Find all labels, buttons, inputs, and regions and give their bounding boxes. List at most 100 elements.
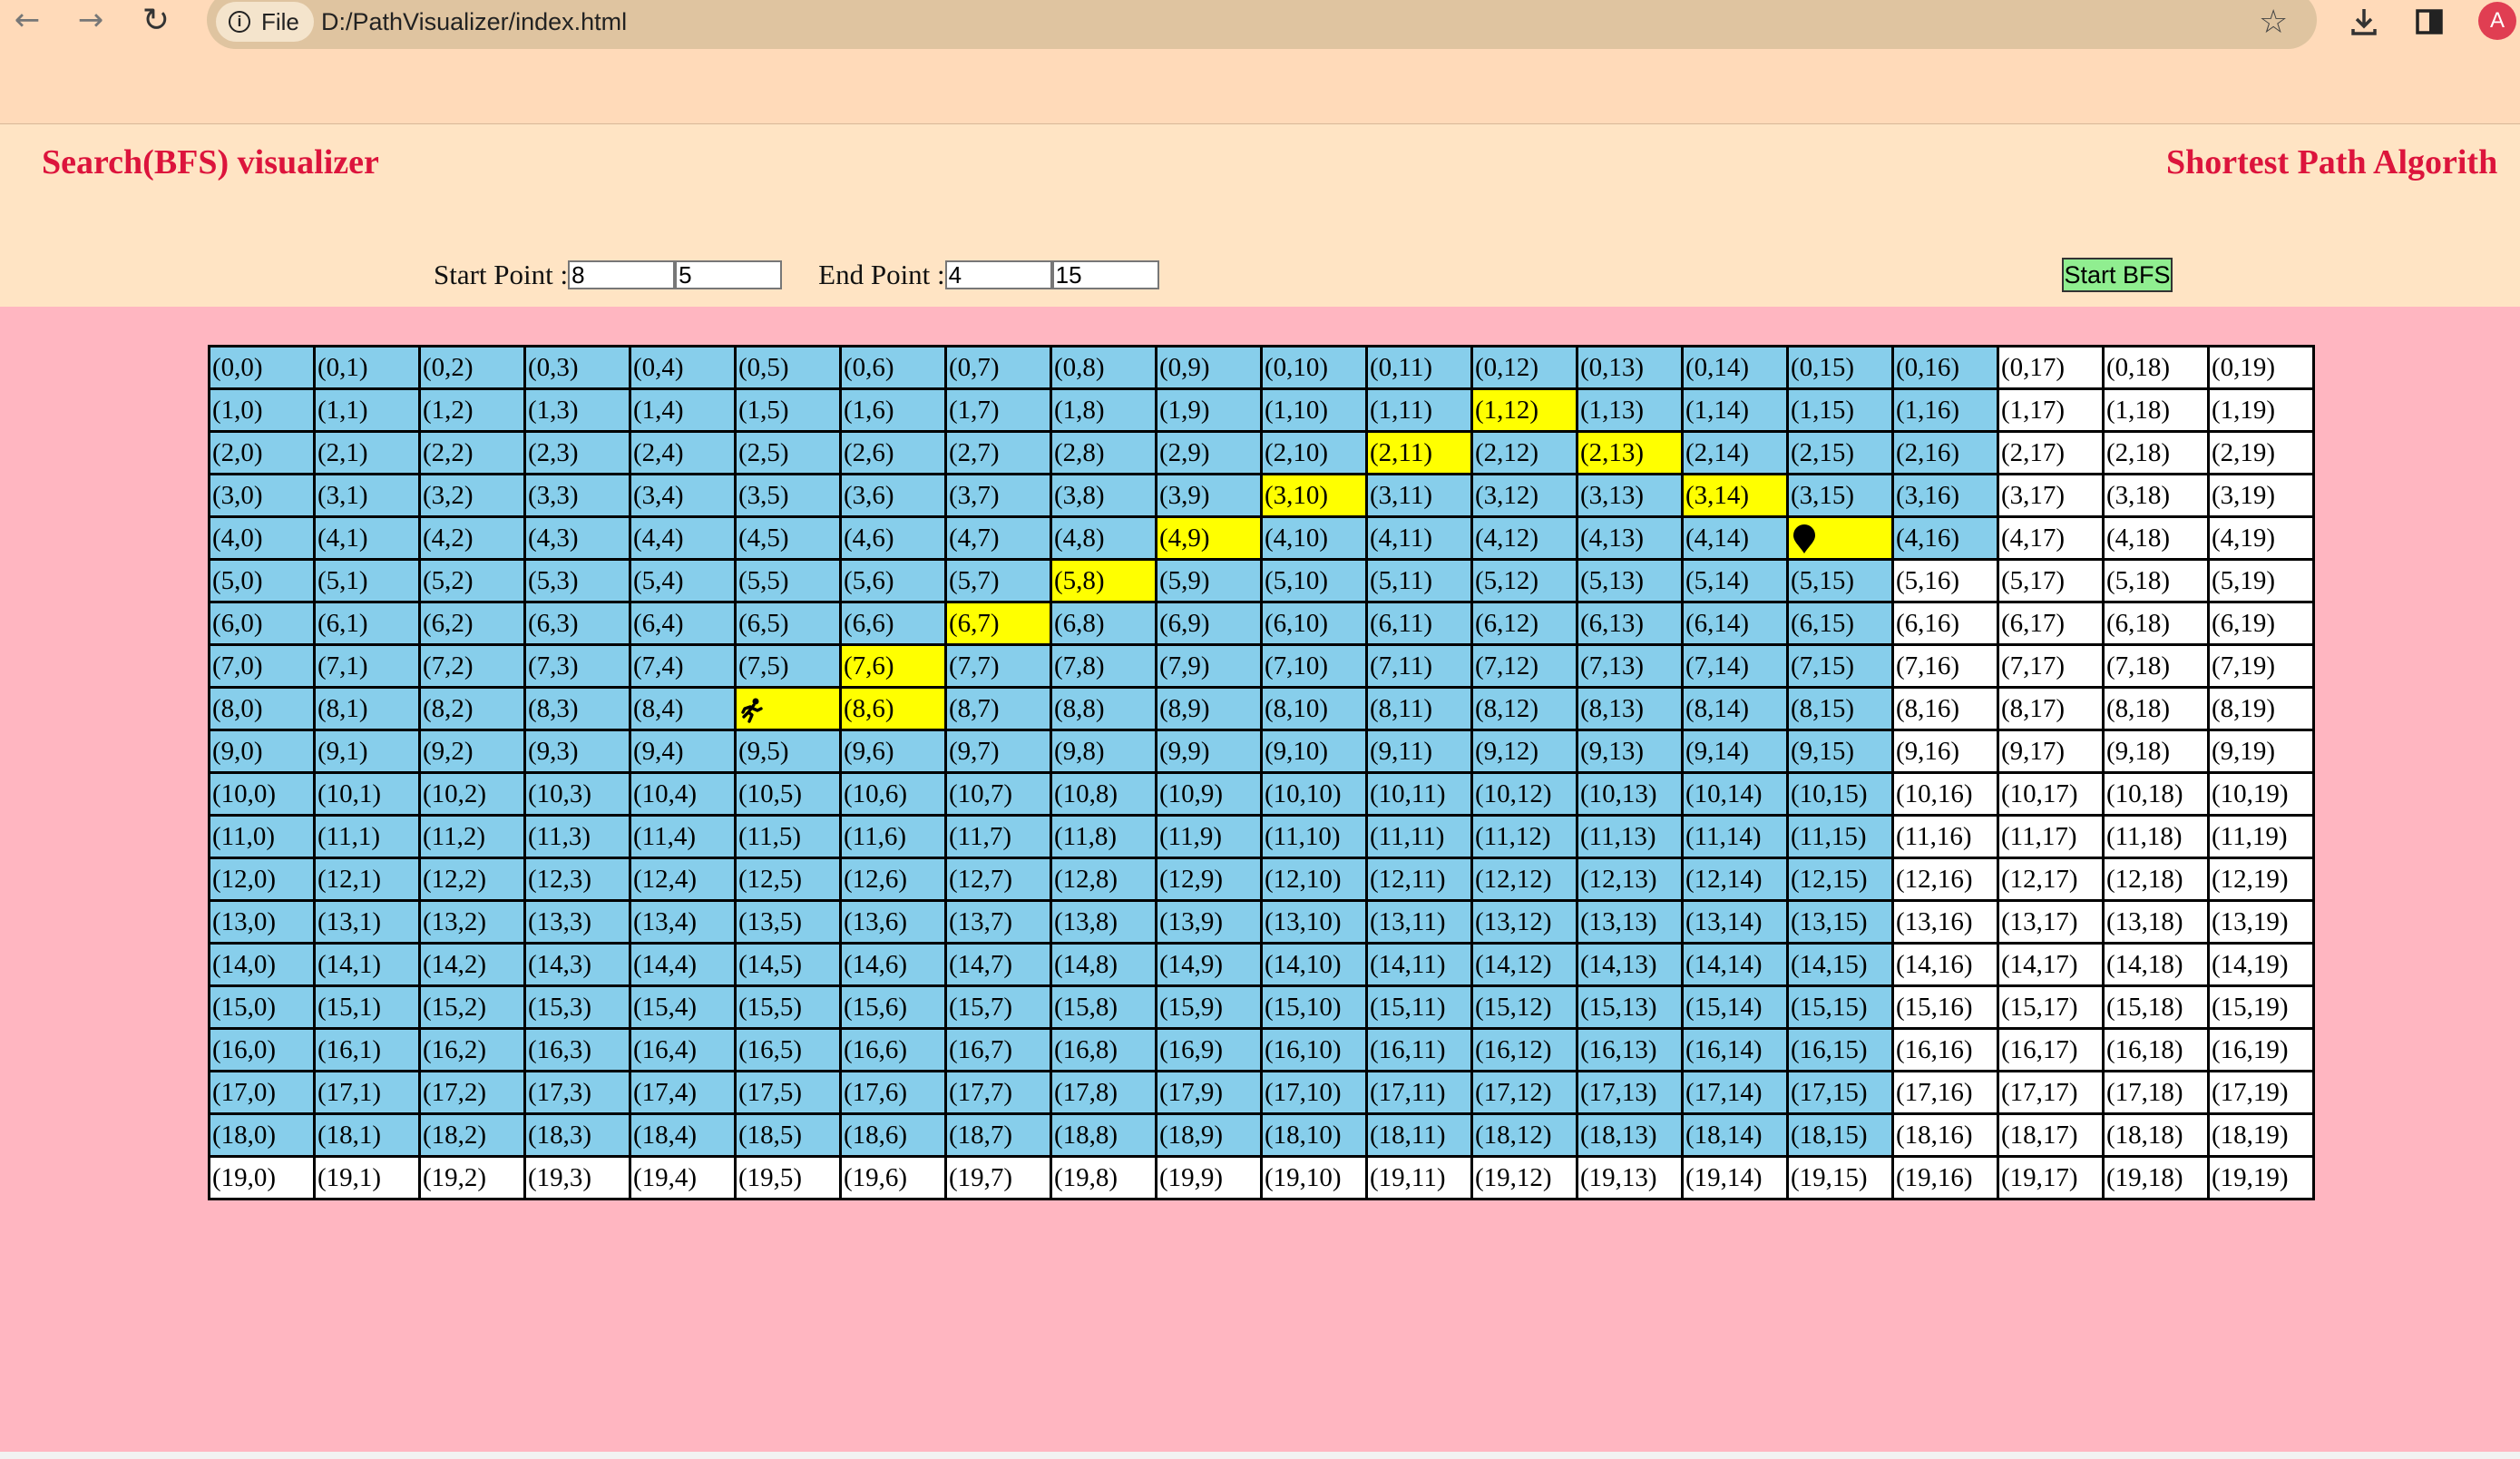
grid-cell[interactable]: (14,4) <box>629 942 737 987</box>
grid-cell[interactable]: (8,12) <box>1470 686 1578 731</box>
grid-cell[interactable]: (2,6) <box>839 430 947 475</box>
grid-cell[interactable]: (14,3) <box>523 942 631 987</box>
grid-cell[interactable]: (16,7) <box>944 1027 1052 1072</box>
grid-cell[interactable]: (3,0) <box>208 473 316 518</box>
grid-cell[interactable]: (0,8) <box>1050 345 1157 390</box>
grid-cell[interactable]: (10,10) <box>1260 771 1368 817</box>
grid-cell[interactable]: (16,11) <box>1365 1027 1473 1072</box>
grid-cell[interactable]: (1,12) <box>1470 387 1578 433</box>
grid-cell[interactable]: (5,8) <box>1050 558 1157 603</box>
grid-cell[interactable]: (10,7) <box>944 771 1052 817</box>
grid-cell[interactable]: (12,8) <box>1050 857 1157 902</box>
grid-cell[interactable]: (15,4) <box>629 984 737 1030</box>
grid-cell[interactable]: (15,1) <box>313 984 421 1030</box>
grid-cell[interactable]: (17,11) <box>1365 1070 1473 1115</box>
grid-cell[interactable]: (10,3) <box>523 771 631 817</box>
grid-cell[interactable]: (15,14) <box>1681 984 1789 1030</box>
grid-cell[interactable]: (12,6) <box>839 857 947 902</box>
grid-cell[interactable]: (8,15) <box>1786 686 1894 731</box>
grid-cell[interactable]: (5,15) <box>1786 558 1894 603</box>
grid-cell[interactable]: (18,6) <box>839 1112 947 1158</box>
grid-cell[interactable]: (12,16) <box>1891 857 1999 902</box>
grid-cell[interactable]: (10,14) <box>1681 771 1789 817</box>
grid-cell[interactable]: (11,7) <box>944 814 1052 859</box>
grid-cell[interactable]: (19,7) <box>944 1155 1052 1200</box>
url-text[interactable]: D:/PathVisualizer/index.html <box>321 2 627 42</box>
grid-cell[interactable]: (7,1) <box>313 643 421 689</box>
grid-cell[interactable]: (14,19) <box>2207 942 2315 987</box>
grid-cell[interactable]: (19,8) <box>1050 1155 1157 1200</box>
grid-cell[interactable]: (3,15) <box>1786 473 1894 518</box>
grid-cell[interactable]: (13,6) <box>839 899 947 945</box>
grid-cell[interactable]: (2,16) <box>1891 430 1999 475</box>
grid-cell[interactable]: (12,18) <box>2102 857 2210 902</box>
grid-cell[interactable]: (18,1) <box>313 1112 421 1158</box>
grid-cell[interactable]: (12,19) <box>2207 857 2315 902</box>
grid-cell[interactable]: (17,3) <box>523 1070 631 1115</box>
grid-cell[interactable]: (18,0) <box>208 1112 316 1158</box>
end-cell[interactable] <box>1786 515 1894 561</box>
grid-cell[interactable]: (7,16) <box>1891 643 1999 689</box>
grid-cell[interactable]: (19,11) <box>1365 1155 1473 1200</box>
grid-cell[interactable]: (11,18) <box>2102 814 2210 859</box>
grid-cell[interactable]: (10,9) <box>1155 771 1263 817</box>
grid-cell[interactable]: (11,9) <box>1155 814 1263 859</box>
grid-cell[interactable]: (2,18) <box>2102 430 2210 475</box>
grid-cell[interactable]: (3,19) <box>2207 473 2315 518</box>
grid-cell[interactable]: (9,19) <box>2207 729 2315 774</box>
grid-cell[interactable]: (0,11) <box>1365 345 1473 390</box>
grid-cell[interactable]: (0,6) <box>839 345 947 390</box>
grid-cell[interactable]: (5,7) <box>944 558 1052 603</box>
grid-cell[interactable]: (16,13) <box>1576 1027 1684 1072</box>
grid-cell[interactable]: (14,18) <box>2102 942 2210 987</box>
grid-cell[interactable]: (3,17) <box>1997 473 2105 518</box>
grid-cell[interactable]: (16,10) <box>1260 1027 1368 1072</box>
grid-cell[interactable]: (19,9) <box>1155 1155 1263 1200</box>
grid-cell[interactable]: (0,15) <box>1786 345 1894 390</box>
grid-cell[interactable]: (5,9) <box>1155 558 1263 603</box>
grid-cell[interactable]: (0,13) <box>1576 345 1684 390</box>
grid-cell[interactable]: (17,16) <box>1891 1070 1999 1115</box>
grid-cell[interactable]: (16,5) <box>734 1027 842 1072</box>
grid-cell[interactable]: (8,17) <box>1997 686 2105 731</box>
grid-cell[interactable]: (10,6) <box>839 771 947 817</box>
grid-cell[interactable]: (14,1) <box>313 942 421 987</box>
grid-cell[interactable]: (0,16) <box>1891 345 1999 390</box>
grid-cell[interactable]: (1,5) <box>734 387 842 433</box>
grid-cell[interactable]: (10,12) <box>1470 771 1578 817</box>
grid-cell[interactable]: (18,8) <box>1050 1112 1157 1158</box>
grid-cell[interactable]: (18,10) <box>1260 1112 1368 1158</box>
grid-cell[interactable]: (12,7) <box>944 857 1052 902</box>
grid-cell[interactable]: (19,16) <box>1891 1155 1999 1200</box>
grid-cell[interactable]: (17,9) <box>1155 1070 1263 1115</box>
grid-cell[interactable]: (7,13) <box>1576 643 1684 689</box>
grid-cell[interactable]: (16,16) <box>1891 1027 1999 1072</box>
grid-cell[interactable]: (8,1) <box>313 686 421 731</box>
grid-cell[interactable]: (0,12) <box>1470 345 1578 390</box>
grid-cell[interactable]: (16,4) <box>629 1027 737 1072</box>
grid-cell[interactable]: (1,18) <box>2102 387 2210 433</box>
grid-cell[interactable]: (8,2) <box>418 686 526 731</box>
grid-cell[interactable]: (4,9) <box>1155 515 1263 561</box>
grid-cell[interactable]: (10,17) <box>1997 771 2105 817</box>
grid-cell[interactable]: (7,17) <box>1997 643 2105 689</box>
grid-cell[interactable]: (18,4) <box>629 1112 737 1158</box>
grid-cell[interactable]: (3,6) <box>839 473 947 518</box>
download-icon[interactable] <box>2344 2 2384 42</box>
grid-cell[interactable]: (11,3) <box>523 814 631 859</box>
grid-cell[interactable]: (0,10) <box>1260 345 1368 390</box>
grid-cell[interactable]: (8,7) <box>944 686 1052 731</box>
grid-cell[interactable]: (0,18) <box>2102 345 2210 390</box>
grid-cell[interactable]: (8,8) <box>1050 686 1157 731</box>
grid-cell[interactable]: (1,0) <box>208 387 316 433</box>
grid-cell[interactable]: (13,13) <box>1576 899 1684 945</box>
grid-cell[interactable]: (2,11) <box>1365 430 1473 475</box>
grid-cell[interactable]: (14,14) <box>1681 942 1789 987</box>
grid-cell[interactable]: (11,2) <box>418 814 526 859</box>
grid-cell[interactable]: (19,2) <box>418 1155 526 1200</box>
grid-cell[interactable]: (17,17) <box>1997 1070 2105 1115</box>
grid-cell[interactable]: (3,9) <box>1155 473 1263 518</box>
grid-cell[interactable]: (17,10) <box>1260 1070 1368 1115</box>
grid-cell[interactable]: (13,3) <box>523 899 631 945</box>
grid-cell[interactable]: (9,17) <box>1997 729 2105 774</box>
